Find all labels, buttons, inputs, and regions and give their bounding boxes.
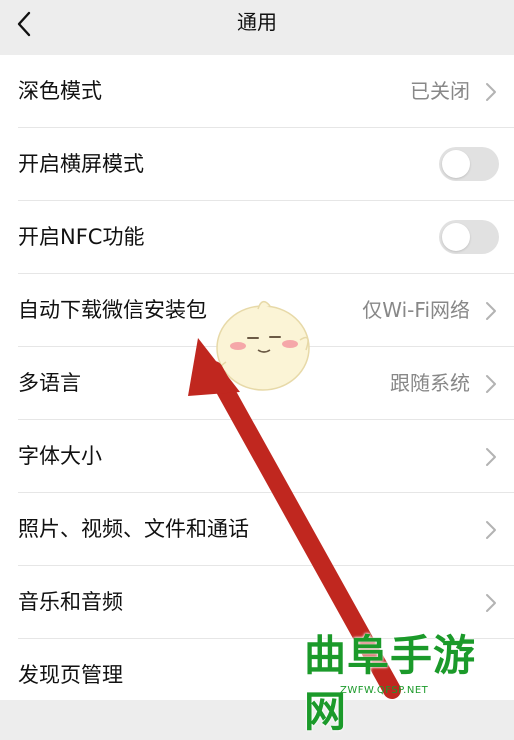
chevron-right-icon (486, 302, 496, 320)
settings-list: 深色模式 已关闭 开启横屏模式 开启NFC功能 自动下载微信安装包 仅Wi-Fi… (0, 55, 514, 700)
landscape-toggle[interactable] (439, 147, 499, 181)
setting-value: 已关闭 (410, 79, 470, 103)
setting-label: 照片、视频、文件和通话 (18, 517, 249, 541)
setting-value: 仅Wi-Fi网络 (362, 298, 470, 322)
nfc-toggle[interactable] (439, 220, 499, 254)
chevron-right-icon (486, 375, 496, 393)
setting-landscape-mode: 开启横屏模式 (0, 128, 514, 201)
setting-label: 发现页管理 (18, 663, 123, 687)
chevron-right-icon (486, 521, 496, 539)
setting-auto-download[interactable]: 自动下载微信安装包 仅Wi-Fi网络 (0, 274, 514, 347)
setting-media-calls[interactable]: 照片、视频、文件和通话 (0, 493, 514, 566)
setting-font-size[interactable]: 字体大小 (0, 420, 514, 493)
setting-nfc: 开启NFC功能 (0, 201, 514, 274)
toggle-knob (442, 150, 470, 178)
setting-label: 自动下载微信安装包 (18, 298, 207, 322)
chevron-right-icon (486, 448, 496, 466)
setting-label: 开启NFC功能 (18, 225, 145, 249)
setting-label: 开启横屏模式 (18, 152, 144, 176)
setting-language[interactable]: 多语言 跟随系统 (0, 347, 514, 420)
page-title: 通用 (237, 10, 277, 34)
setting-music-audio[interactable]: 音乐和音频 (0, 566, 514, 639)
setting-label: 字体大小 (18, 444, 102, 468)
toggle-knob (442, 223, 470, 251)
setting-label: 多语言 (18, 371, 81, 395)
setting-label: 音乐和音频 (18, 590, 123, 614)
setting-dark-mode[interactable]: 深色模式 已关闭 (0, 55, 514, 128)
navigation-bar: 通用 (0, 0, 514, 52)
setting-discover-management[interactable]: 发现页管理 (0, 639, 514, 712)
setting-label: 深色模式 (18, 79, 102, 103)
setting-value: 跟随系统 (390, 371, 470, 395)
chevron-right-icon (486, 83, 496, 101)
chevron-right-icon (486, 594, 496, 612)
